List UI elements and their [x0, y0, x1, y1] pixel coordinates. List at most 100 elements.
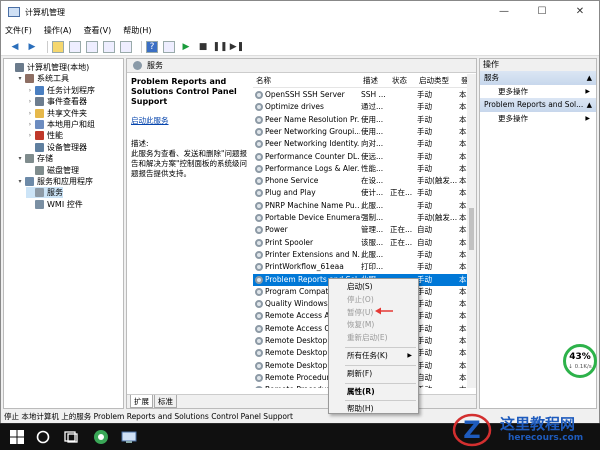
- browser-icon[interactable]: [93, 429, 109, 445]
- close-button[interactable]: ✕: [561, 1, 599, 23]
- properties-icon[interactable]: [86, 40, 98, 53]
- tree-item-label: 设备管理器: [47, 142, 87, 152]
- help-icon[interactable]: ?: [146, 40, 158, 53]
- service-desc-cell: SSH ...: [361, 90, 386, 99]
- tree-item[interactable]: › 本地用户和组: [26, 119, 95, 130]
- back-icon[interactable]: ◀: [9, 41, 21, 53]
- column-description[interactable]: 描述: [360, 74, 389, 87]
- actions-section-selected-service[interactable]: Problem Reports and Sol... ▲: [480, 98, 596, 112]
- chevron-right-icon: ▶: [407, 352, 412, 359]
- export-list-icon[interactable]: [120, 40, 132, 53]
- service-name-cell: Peer Networking Groupi...: [265, 126, 360, 136]
- tree-item[interactable]: 服务: [26, 187, 63, 199]
- context-menu-item[interactable]: 帮助(H): [329, 403, 418, 415]
- tree-item[interactable]: 计算机管理(本地): [6, 62, 89, 73]
- collapse-icon[interactable]: ▲: [587, 71, 592, 85]
- tree-item[interactable]: 设备管理器: [26, 142, 87, 153]
- maximize-button[interactable]: ☐: [523, 1, 561, 23]
- minimize-button[interactable]: —: [485, 1, 523, 23]
- tree-item[interactable]: ▾ 系统工具: [16, 73, 69, 84]
- context-menu-item[interactable]: 属性(R): [329, 386, 418, 398]
- tab-extended[interactable]: 扩展: [130, 395, 153, 408]
- more-actions-selected-service[interactable]: 更多操作 ▶: [480, 112, 596, 125]
- tree-item[interactable]: WMI 控件: [26, 199, 83, 210]
- tree-node-icon: [25, 154, 34, 164]
- windows-start-icon[interactable]: [9, 429, 25, 445]
- expand-icon[interactable]: ›: [26, 130, 34, 141]
- tab-standard[interactable]: 标准: [154, 395, 177, 408]
- collapse-icon[interactable]: ▲: [587, 98, 592, 112]
- expand-icon[interactable]: ▾: [16, 153, 24, 164]
- service-row[interactable]: Printer Extensions and N... 此服... 手动本: [253, 249, 475, 261]
- service-row[interactable]: OpenSSH SSH Server SSH ... 手动本: [253, 89, 475, 101]
- vertical-scrollbar[interactable]: [467, 74, 476, 388]
- service-row[interactable]: Power 管理... 正在... 自动本: [253, 224, 475, 236]
- perf-speed: ↓ 0.1K/s: [568, 364, 592, 370]
- menu-action[interactable]: 操作(A): [44, 25, 72, 36]
- tree-item[interactable]: › 性能: [26, 130, 63, 141]
- service-gear-icon: [255, 349, 263, 358]
- network-speed-widget[interactable]: 43% ↓ 0.1K/s: [563, 344, 597, 378]
- up-folder-icon[interactable]: [52, 40, 64, 53]
- tree-item[interactable]: 磁盘管理: [26, 165, 79, 176]
- actions-section-services[interactable]: 服务 ▲: [480, 71, 596, 85]
- service-row[interactable]: Peer Networking Identity... 向对... 手动本: [253, 138, 475, 150]
- refresh-icon[interactable]: [103, 40, 115, 53]
- start-service-link[interactable]: 启动此服务: [131, 116, 251, 126]
- tree-item[interactable]: ▾ 服务和应用程序: [16, 176, 93, 187]
- stop-service-icon[interactable]: ■: [197, 41, 209, 53]
- menu-help[interactable]: 帮助(H): [123, 25, 151, 36]
- column-name[interactable]: 名称: [253, 74, 360, 87]
- service-gear-icon: [255, 214, 263, 222]
- menu-view[interactable]: 查看(V): [84, 25, 112, 36]
- service-row[interactable]: Peer Networking Groupi... 使用... 手动本: [253, 126, 475, 138]
- service-gear-icon: [255, 238, 263, 247]
- service-row[interactable]: PNRP Machine Name Pu... 此服... 手动本: [253, 200, 475, 212]
- expand-icon[interactable]: ▾: [16, 176, 24, 187]
- expand-icon[interactable]: ›: [26, 96, 34, 107]
- computer-management-taskbar-icon[interactable]: [121, 429, 137, 445]
- service-row[interactable]: Performance Counter DL... 使远... 手动本: [253, 151, 475, 163]
- task-view-icon[interactable]: [63, 429, 79, 445]
- service-gear-icon: [255, 115, 263, 124]
- service-row[interactable]: Plug and Play 使计... 正在... 手动本: [253, 187, 475, 199]
- restart-service-icon[interactable]: ▶❚: [230, 41, 244, 53]
- service-gear-icon: [255, 189, 263, 198]
- tree-item[interactable]: › 任务计划程序: [26, 85, 95, 96]
- service-row[interactable]: Phone Service 在设... 手动(触发... 本: [253, 175, 475, 187]
- cortana-icon[interactable]: [35, 429, 51, 445]
- service-row[interactable]: Portable Device Enumera... 强制... 手动(触发... 本: [253, 212, 475, 224]
- tree-item[interactable]: › 共享文件夹: [26, 108, 87, 119]
- service-row[interactable]: Optimize drives 通过... 手动本: [253, 101, 475, 113]
- computer-management-window: 计算机管理 — ☐ ✕ 文件(F) 操作(A) 查看(V) 帮助(H) ◀ ▶ …: [0, 0, 600, 423]
- svg-text:Z: Z: [463, 416, 480, 444]
- expand-icon[interactable]: ›: [26, 108, 34, 119]
- service-row[interactable]: Performance Logs & Aler... 性能... 手动本: [253, 163, 475, 175]
- pause-service-icon[interactable]: ❚❚: [212, 41, 227, 53]
- service-row[interactable]: Peer Name Resolution Pr... 使用... 手动本: [253, 114, 475, 126]
- show-action-pane-icon[interactable]: [163, 40, 175, 53]
- context-menu-item[interactable]: 刷新(F): [329, 368, 418, 380]
- expand-icon[interactable]: ›: [26, 119, 34, 130]
- scrollbar-thumb[interactable]: [469, 208, 474, 250]
- tree-item[interactable]: ▾ 存储: [16, 153, 53, 164]
- tree-node-icon: [35, 120, 44, 129]
- start-service-icon[interactable]: ▶: [180, 41, 192, 53]
- tree-item[interactable]: › 事件查看器: [26, 96, 87, 107]
- menu-file[interactable]: 文件(F): [5, 25, 32, 36]
- context-menu-item[interactable]: 所有任务(K) ▶: [329, 350, 418, 362]
- show-tree-icon[interactable]: [69, 40, 81, 53]
- service-row[interactable]: Print Spooler 该服... 正在... 自动本: [253, 237, 475, 249]
- menu-bar: 文件(F) 操作(A) 查看(V) 帮助(H): [1, 23, 599, 38]
- service-gear-icon: [255, 201, 263, 210]
- forward-icon[interactable]: ▶: [26, 41, 38, 53]
- expand-icon[interactable]: ›: [26, 85, 34, 96]
- column-status[interactable]: 状态: [389, 74, 416, 87]
- service-gear-icon: [255, 91, 263, 99]
- more-actions-services[interactable]: 更多操作 ▶: [480, 85, 596, 98]
- expand-icon[interactable]: ▾: [16, 73, 24, 84]
- column-startup-type[interactable]: 启动类型: [416, 74, 458, 87]
- service-gear-icon: [255, 300, 263, 309]
- context-menu-item[interactable]: 启动(S): [329, 281, 418, 293]
- service-row[interactable]: PrintWorkflow_61eaa 打印... 手动本: [253, 261, 475, 273]
